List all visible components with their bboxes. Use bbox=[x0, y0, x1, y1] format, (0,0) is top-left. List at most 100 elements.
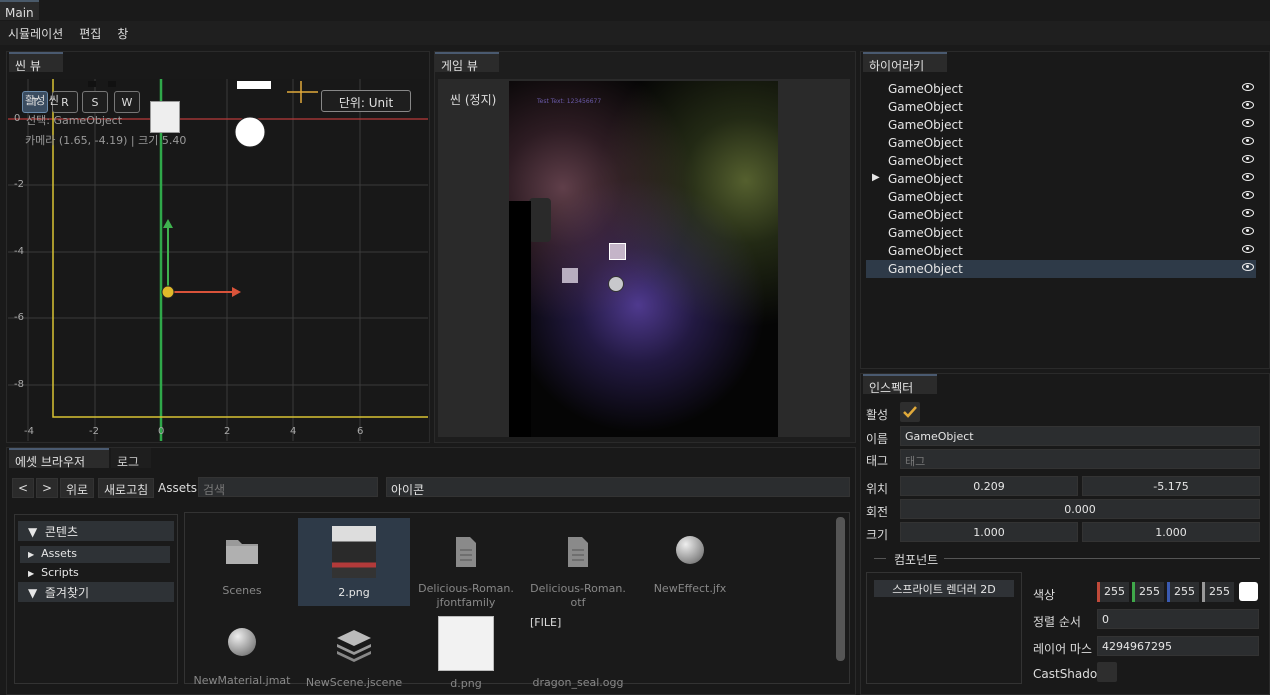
x-tick-0: 0 bbox=[158, 426, 165, 437]
tree-assets-label: Assets bbox=[41, 547, 77, 560]
tab-asset-browser[interactable]: 에셋 브라우저 bbox=[9, 448, 109, 469]
tree-content-header[interactable]: ▼ 콘텐츠 bbox=[18, 521, 174, 541]
hierarchy-item[interactable]: ▶ GameObject bbox=[866, 170, 1256, 188]
rotation-field[interactable]: 0.000 bbox=[900, 499, 1260, 519]
scale-y-field[interactable]: 1.000 bbox=[1082, 522, 1260, 542]
asset-name: NewScene.jscene bbox=[305, 676, 403, 689]
hierarchy-item-label: GameObject bbox=[888, 262, 963, 276]
cast-shadow-label: CastShado bbox=[1033, 667, 1098, 681]
menu-bar: 시뮬레이션 편집 창 bbox=[0, 21, 1270, 45]
layer-mask-field[interactable]: 4294967295 bbox=[1097, 636, 1259, 656]
forward-button[interactable]: > bbox=[36, 478, 59, 498]
color-g-field[interactable]: 255 bbox=[1132, 582, 1164, 602]
color-label: 색상 bbox=[1033, 588, 1056, 602]
unit-button[interactable]: 단위: Unit bbox=[321, 90, 411, 112]
asset-item-otf[interactable]: Delicious-Roman. otf [FILE] bbox=[522, 536, 634, 629]
tool-s-button[interactable]: S bbox=[82, 91, 108, 113]
asset-scrollbar[interactable] bbox=[836, 517, 845, 661]
hierarchy-item-label: GameObject bbox=[888, 226, 963, 240]
menu-edit[interactable]: 편집 bbox=[71, 25, 109, 42]
color-a-field[interactable]: 255 bbox=[1202, 582, 1234, 602]
sort-order-field[interactable]: 0 bbox=[1097, 609, 1259, 629]
eye-icon[interactable] bbox=[1242, 155, 1254, 163]
eye-icon[interactable] bbox=[1242, 83, 1254, 91]
asset-item-jfontfamily[interactable]: Delicious-Roman. jfontfamily bbox=[410, 536, 522, 610]
active-checkbox[interactable] bbox=[900, 402, 920, 422]
cast-shadow-checkbox[interactable] bbox=[1097, 662, 1117, 682]
tree-content-label: 콘텐츠 bbox=[44, 525, 78, 539]
asset-item-newmaterial[interactable]: NewMaterial.jmat bbox=[186, 628, 298, 687]
tree-arrow-icon: ▶ bbox=[28, 550, 35, 559]
position-y-field[interactable]: -5.175 bbox=[1082, 476, 1260, 496]
tool-w-button[interactable]: W bbox=[114, 91, 140, 113]
eye-icon[interactable] bbox=[1242, 137, 1254, 145]
hierarchy-item-label: GameObject bbox=[888, 136, 963, 150]
hierarchy-item[interactable]: GameObject bbox=[866, 80, 1256, 98]
game-small-sprite bbox=[562, 268, 578, 283]
eye-icon[interactable] bbox=[1242, 209, 1254, 217]
eye-icon[interactable] bbox=[1242, 173, 1254, 181]
hierarchy-item[interactable]: GameObject bbox=[866, 134, 1256, 152]
hierarchy-item-selected[interactable]: GameObject bbox=[866, 260, 1256, 278]
asset-item-2-png[interactable]: 2.png bbox=[298, 526, 410, 599]
refresh-button[interactable]: 새로고침 bbox=[98, 478, 155, 498]
eye-icon[interactable] bbox=[1242, 263, 1254, 271]
hierarchy-item[interactable]: GameObject bbox=[866, 242, 1256, 260]
tab-inspector[interactable]: 인스펙터 bbox=[863, 374, 937, 395]
menu-simulation[interactable]: 시뮬레이션 bbox=[0, 25, 71, 42]
x-tick-4: 4 bbox=[290, 426, 297, 437]
hierarchy-item[interactable]: GameObject bbox=[866, 116, 1256, 134]
hierarchy-item[interactable]: GameObject bbox=[866, 224, 1256, 242]
tab-log[interactable]: 로그 bbox=[111, 448, 151, 469]
scene-viewport[interactable]: T R S W 활성 씬 선택: GameObject 카메라 (1.65, -… bbox=[8, 79, 428, 441]
asset-name: NewEffect.jfx bbox=[653, 582, 727, 595]
view-mode-select[interactable]: 아이콘 bbox=[386, 477, 850, 497]
menu-window[interactable]: 창 bbox=[109, 25, 136, 42]
hierarchy-item[interactable]: GameObject bbox=[866, 188, 1256, 206]
position-x-field[interactable]: 0.209 bbox=[900, 476, 1078, 496]
expander-arrow[interactable]: ▶ bbox=[872, 172, 880, 183]
asset-item-d-png[interactable]: d.png bbox=[410, 616, 522, 690]
color-r-field[interactable]: 255 bbox=[1097, 582, 1129, 602]
hierarchy-item[interactable]: GameObject bbox=[866, 206, 1256, 224]
window-tab[interactable]: Main bbox=[0, 0, 39, 20]
tree-item-scripts[interactable]: ▶ Scripts bbox=[20, 565, 170, 582]
tree-item-assets[interactable]: ▶ Assets bbox=[20, 546, 170, 563]
asset-item-newscene[interactable]: NewScene.jscene bbox=[298, 628, 410, 689]
eye-icon[interactable] bbox=[1242, 191, 1254, 199]
eye-icon[interactable] bbox=[1242, 119, 1254, 127]
y-tick-neg6: -6 bbox=[14, 312, 24, 323]
tab-scene-view[interactable]: 씬 뷰 bbox=[9, 52, 63, 73]
sort-order-label: 정렬 순서 bbox=[1033, 615, 1081, 629]
asset-name: 2.png bbox=[338, 586, 370, 599]
tree-favorites-label: 즐겨찾기 bbox=[44, 586, 90, 600]
asset-item-scenes[interactable]: Scenes bbox=[186, 532, 298, 597]
color-swatch[interactable] bbox=[1239, 582, 1258, 601]
asset-search-input[interactable]: 검색 bbox=[198, 477, 378, 497]
eye-icon[interactable] bbox=[1242, 227, 1254, 235]
game-dark-block bbox=[509, 201, 531, 437]
asset-item-neweffect[interactable]: NewEffect.jfx bbox=[634, 536, 746, 595]
component-sprite-renderer[interactable]: 스프라이트 렌더러 2D bbox=[874, 580, 1014, 597]
hierarchy-item[interactable]: GameObject bbox=[866, 98, 1256, 116]
components-divider-left bbox=[874, 558, 886, 559]
eye-icon[interactable] bbox=[1242, 245, 1254, 253]
game-canvas[interactable]: Test Text: 123456677 bbox=[509, 81, 778, 437]
tab-game-view[interactable]: 게임 뷰 bbox=[435, 52, 499, 73]
tree-favorites-header[interactable]: ▼ 즐겨찾기 bbox=[18, 582, 174, 602]
scene-sprite-thumb[interactable] bbox=[150, 101, 180, 133]
name-field[interactable]: GameObject bbox=[900, 426, 1260, 446]
check-icon bbox=[903, 406, 917, 418]
back-button[interactable]: < bbox=[12, 478, 35, 498]
color-b-field[interactable]: 255 bbox=[1167, 582, 1199, 602]
hierarchy-item[interactable]: GameObject bbox=[866, 152, 1256, 170]
tab-hierarchy[interactable]: 하이어라키 bbox=[863, 52, 947, 73]
eye-icon[interactable] bbox=[1242, 101, 1254, 109]
tag-field[interactable]: 태그 bbox=[900, 449, 1260, 469]
hierarchy-item-label: GameObject bbox=[888, 118, 963, 132]
file-badge: [FILE] bbox=[530, 616, 562, 629]
file-icon bbox=[456, 537, 476, 567]
asset-item-dragon-seal[interactable]: dragon_seal.ogg bbox=[522, 676, 634, 689]
up-button[interactable]: 위로 bbox=[60, 478, 95, 498]
scale-x-field[interactable]: 1.000 bbox=[900, 522, 1078, 542]
